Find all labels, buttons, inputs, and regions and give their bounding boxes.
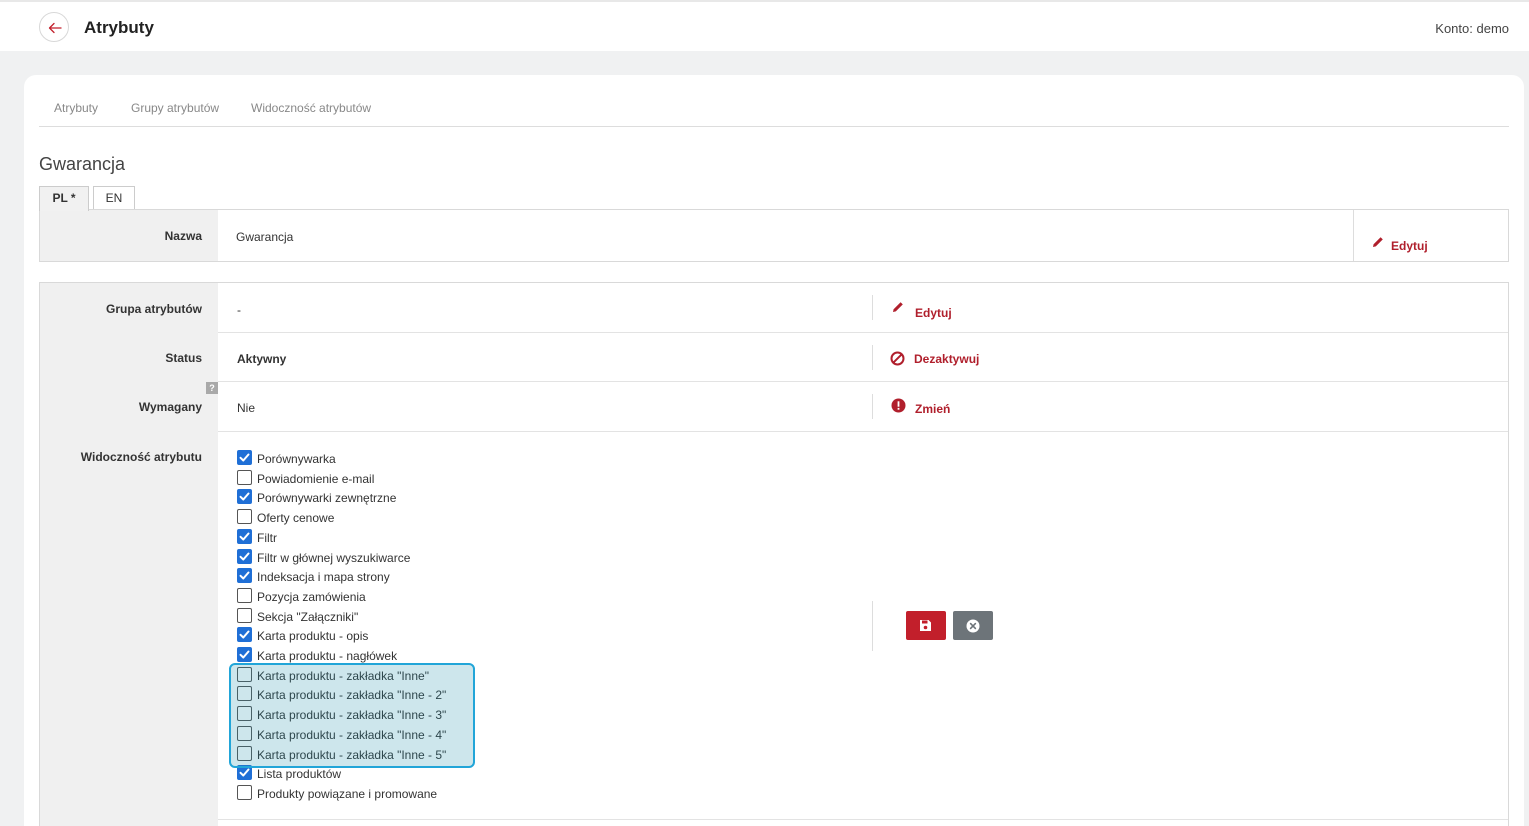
checkbox[interactable] [237, 568, 252, 584]
name-box: Nazwa Gwarancja Edytuj [39, 209, 1509, 262]
checkmark-icon [239, 453, 250, 462]
checkbox[interactable] [237, 627, 252, 643]
exclamation-circle-icon [891, 398, 906, 413]
deactivate-button[interactable]: Dezaktywuj [890, 350, 990, 368]
arrow-left-icon [48, 22, 62, 34]
change-required-button[interactable]: Zmień [891, 398, 961, 416]
pencil-icon [1373, 237, 1383, 247]
status-value: Aktywny [237, 352, 287, 366]
checkmark-icon [239, 552, 250, 560]
visibility-option-label: Karta produktu - nagłówek [257, 649, 398, 663]
required-value: Nie [237, 401, 256, 415]
account-label: Konto: demo [1435, 21, 1509, 36]
divider [872, 394, 873, 419]
visibility-option-label: Oferty cenowe [257, 511, 335, 526]
required-label: Wymagany [138, 400, 202, 414]
edit-name-label: Edytuj [1391, 239, 1428, 253]
checkmark-icon [239, 650, 250, 659]
visibility-option-label: Produkty powiązane i promowane [257, 786, 438, 801]
subnav-attribute-groups[interactable]: Grupy atrybutów [131, 101, 219, 115]
x-circle-icon [966, 619, 980, 633]
subnav-attributes[interactable]: Atrybuty [54, 101, 98, 115]
required-help-icon[interactable]: ? [206, 382, 218, 394]
row-divider [218, 381, 1508, 382]
checkmark-icon [239, 532, 250, 541]
visibility-option-label: Filtr w głównej wyszukiwarce [257, 550, 411, 565]
sub-navigation: Atrybuty Grupy atrybutów Widoczność atry… [39, 101, 1509, 127]
checkbox[interactable] [237, 450, 252, 465]
label-column: Nazwa [40, 210, 218, 261]
visibility-option-label: Karta produktu - opis [257, 629, 369, 644]
checkbox[interactable] [237, 509, 252, 525]
row-divider [218, 431, 1508, 432]
group-value: - [237, 303, 241, 317]
checkbox[interactable] [237, 489, 252, 505]
visibility-option-label: Powiadomienie e-mail [257, 471, 375, 486]
save-button[interactable] [906, 611, 946, 640]
status-label: Status [165, 351, 202, 365]
visibility-option-label: Filtr [257, 530, 277, 545]
checkbox[interactable] [237, 528, 252, 544]
label-column: Grupa atrybutów Status Wymagany ? Widocz… [40, 283, 218, 826]
checkbox[interactable] [237, 647, 252, 662]
divider [872, 345, 873, 370]
checkmark-icon [239, 571, 250, 580]
change-required-label: Zmień [915, 402, 951, 416]
section-title: Gwarancja [39, 154, 126, 174]
floppy-disk-icon [920, 620, 931, 631]
checkbox[interactable] [237, 587, 252, 603]
visibility-option-label: Lista produktów [257, 767, 342, 782]
visibility-label: Widoczność atrybutu [80, 450, 202, 464]
row-divider [218, 819, 1508, 820]
ban-icon [890, 351, 905, 366]
group-label: Grupa atrybutów [105, 302, 202, 316]
checkbox[interactable] [237, 607, 252, 623]
top-bar: Atrybuty Konto: demo [0, 0, 1529, 51]
visibility-option-label: Indeksacja i mapa strony [257, 570, 390, 585]
visibility-option-label: Porównywarki zewnętrzne [257, 491, 397, 506]
subnav-attribute-visibility[interactable]: Widoczność atrybutów [251, 101, 371, 115]
visibility-option-label: Pozycja zamówienia [257, 589, 366, 604]
divider [872, 295, 873, 320]
divider [1353, 210, 1354, 261]
name-label: Nazwa [164, 229, 202, 243]
edit-group-label: Edytuj [915, 306, 952, 320]
visibility-option-label: Porównywarka [257, 452, 336, 466]
page-title: Atrybuty [84, 18, 154, 37]
checkbox[interactable] [237, 784, 252, 800]
back-button[interactable] [39, 12, 69, 42]
checkmark-icon [239, 630, 250, 639]
tab-lang-en[interactable]: EN [93, 186, 135, 210]
selection-highlight [229, 663, 475, 768]
checkbox[interactable] [237, 469, 252, 485]
name-value: Gwarancja [236, 230, 294, 244]
checkbox[interactable] [237, 548, 252, 564]
deactivate-label: Dezaktywuj [914, 352, 980, 366]
edit-name-button[interactable]: Edytuj [1371, 235, 1441, 253]
edit-group-button[interactable]: Edytuj [891, 300, 961, 320]
divider [872, 601, 873, 651]
row-divider [218, 332, 1508, 333]
checkmark-icon [239, 492, 250, 501]
visibility-option-label: Sekcja "Załączniki" [257, 609, 359, 624]
pencil-icon [893, 302, 903, 312]
cancel-button[interactable] [953, 611, 993, 640]
checkmark-icon [239, 768, 250, 777]
tab-lang-pl[interactable]: PL * [39, 186, 89, 211]
